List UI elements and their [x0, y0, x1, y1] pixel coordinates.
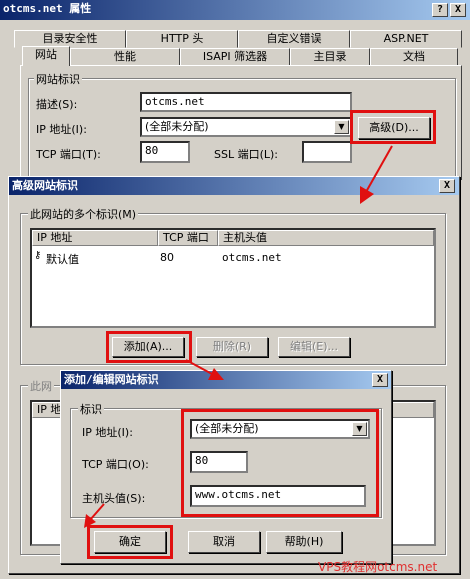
remove-button[interactable]: 删除(R)	[196, 337, 268, 357]
multiple-identities-label: 此网站的多个标识(M)	[28, 206, 139, 222]
column-host-header[interactable]: 主机头值	[218, 230, 434, 246]
advanced-close-button[interactable]: X	[439, 179, 455, 193]
ssl-port-label: SSL 端口(L):	[214, 148, 279, 161]
row-ip: 默认值	[46, 253, 79, 266]
add-button[interactable]: 添加(A)...	[112, 337, 184, 357]
identity-label: 标识	[78, 401, 104, 417]
edit-title: 添加/编辑网站标识	[64, 373, 159, 386]
second-identities-label: 此网	[28, 378, 54, 394]
key-icon: ⚷	[34, 250, 42, 261]
advanced-title: 高级网站标识	[12, 179, 78, 192]
description-label: 描述(S):	[36, 98, 78, 111]
identities-list[interactable]: IP 地址 TCP 端口 主机头值 ⚷ 默认值 80 otcms.net	[30, 228, 436, 328]
edit-ip-select[interactable]: (全部未分配) ▼	[190, 419, 370, 439]
help-button[interactable]: ?	[432, 3, 448, 17]
edit-tcp-field[interactable]: 80	[190, 451, 248, 473]
edit-ip-label: IP 地址(I):	[82, 426, 133, 439]
ok-button[interactable]: 确定	[94, 531, 166, 553]
edit-tcp-label: TCP 端口(O):	[82, 458, 149, 471]
arrow-to-advanced-dialog	[360, 145, 393, 204]
tcp-port-field[interactable]: 80	[140, 141, 190, 163]
edit-close-button[interactable]: X	[372, 373, 388, 387]
description-field[interactable]: otcms.net	[140, 92, 352, 112]
arrow-to-ok	[84, 503, 105, 528]
tab-home-directory[interactable]: 主目录	[290, 48, 370, 66]
tab-performance[interactable]: 性能	[70, 48, 180, 66]
close-button[interactable]: X	[450, 3, 466, 17]
edit-ip-value: (全部未分配)	[195, 422, 259, 435]
arrow-to-edit-dialog	[185, 359, 224, 380]
row-host: otcms.net	[222, 251, 282, 264]
tab-http-headers[interactable]: HTTP 头	[126, 30, 238, 48]
column-ip[interactable]: IP 地址	[32, 230, 158, 246]
ip-address-label: IP 地址(I):	[36, 123, 87, 136]
site-identity-label: 网站标识	[34, 71, 82, 87]
cancel-button[interactable]: 取消	[188, 531, 260, 553]
tab-website[interactable]: 网站	[22, 46, 70, 66]
main-title-bar: otcms.net 属性 ? X	[0, 0, 470, 20]
edit-button[interactable]: 编辑(E)...	[278, 337, 350, 357]
main-title: otcms.net 属性	[3, 2, 92, 15]
table-row[interactable]: ⚷ 默认值 80 otcms.net	[32, 250, 432, 266]
ip-address-select[interactable]: (全部未分配) ▼	[140, 117, 352, 137]
ip-address-value: (全部未分配)	[145, 120, 209, 133]
row-port: 80	[160, 251, 174, 264]
tab-documents[interactable]: 文档	[370, 48, 458, 66]
host-header-field[interactable]: www.otcms.net	[190, 485, 366, 507]
edit-chevron-down-icon[interactable]: ▼	[352, 422, 367, 436]
chevron-down-icon[interactable]: ▼	[334, 120, 349, 134]
tcp-port-label: TCP 端口(T):	[36, 148, 101, 161]
tab-aspnet[interactable]: ASP.NET	[350, 30, 462, 48]
watermark: VPS教程网otcms.net	[318, 560, 438, 574]
help-dialog-button[interactable]: 帮助(H)	[266, 531, 342, 553]
tab-isapi-filters[interactable]: ISAPI 筛选器	[180, 48, 290, 66]
column-tcp-port[interactable]: TCP 端口	[158, 230, 218, 246]
advanced-button[interactable]: 高级(D)...	[358, 117, 430, 139]
tab-custom-errors[interactable]: 自定义错误	[238, 30, 350, 48]
